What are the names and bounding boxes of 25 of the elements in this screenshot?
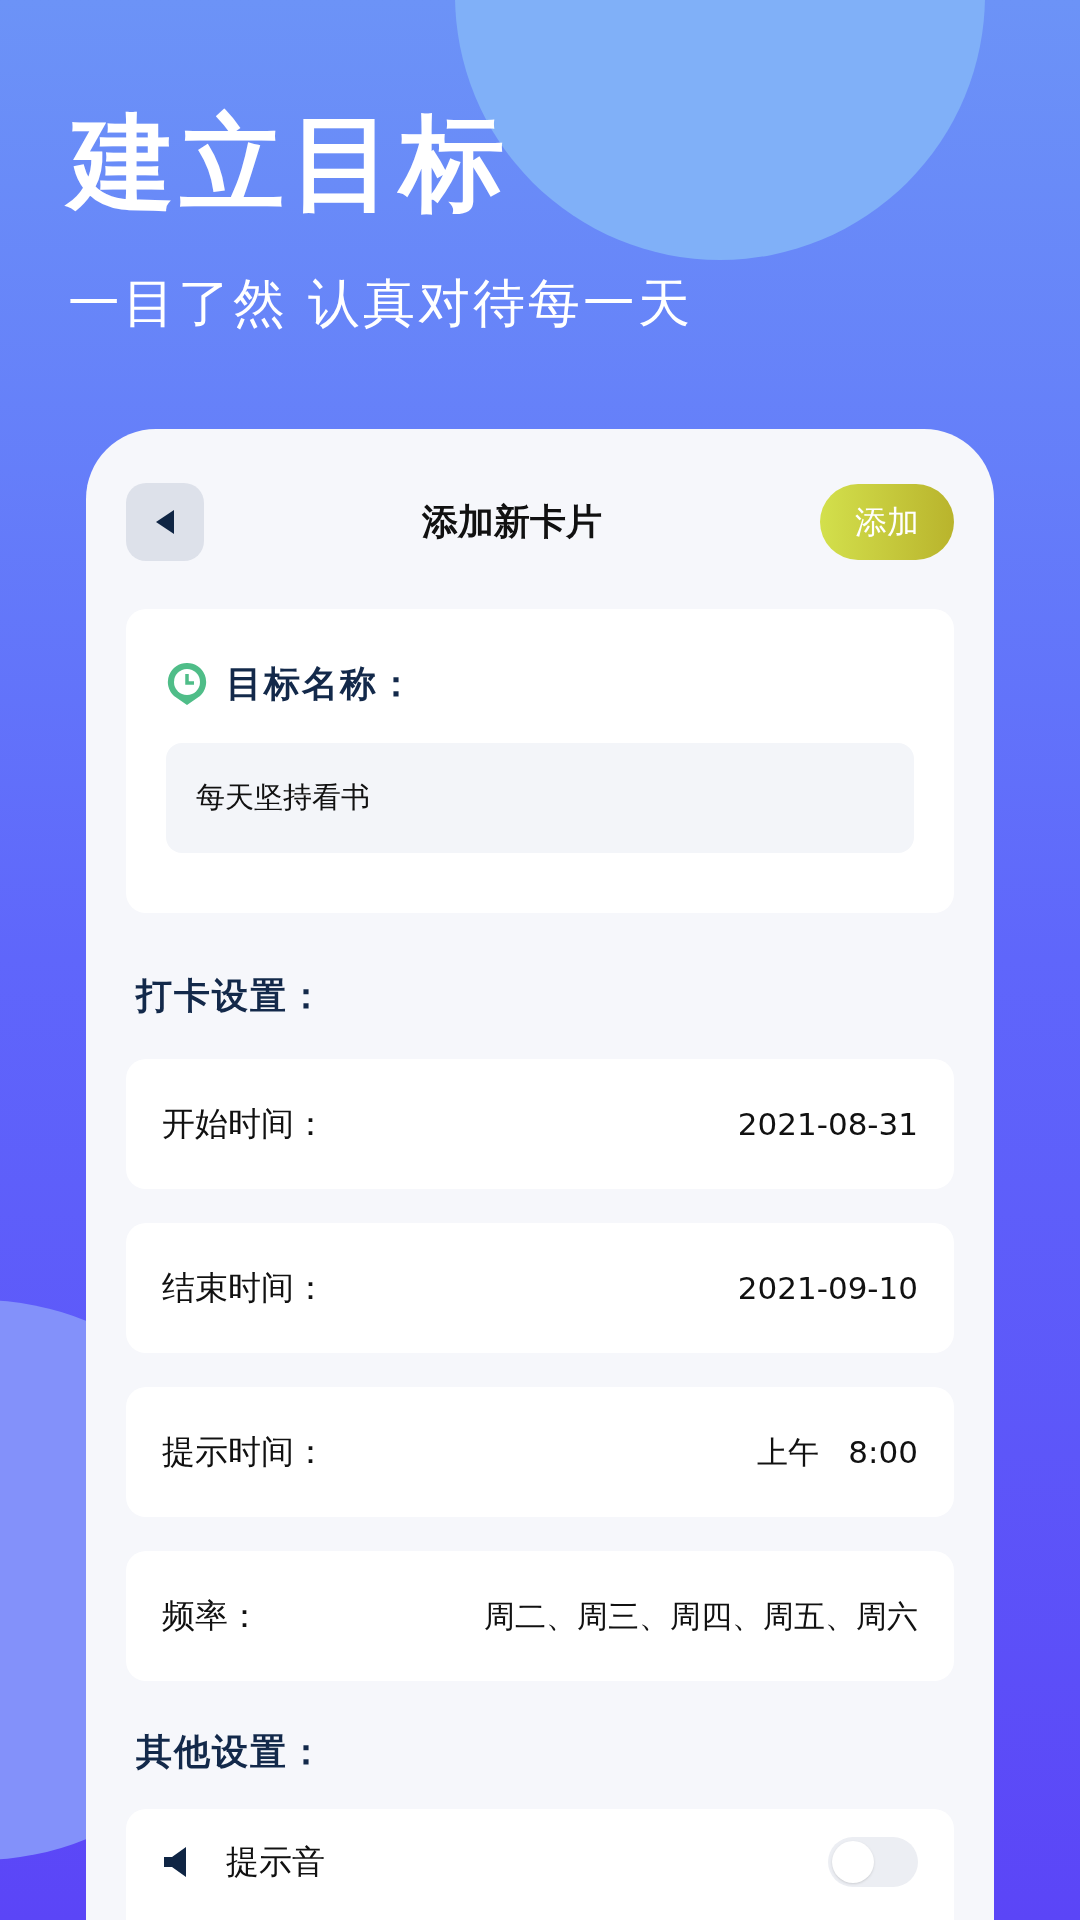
setting-row[interactable]: 开始时间： 2021-08-31 <box>126 1059 954 1190</box>
headline: 建立目标 <box>56 90 524 238</box>
setting-row[interactable]: 提示时间： 上午 8:00 <box>126 1387 954 1518</box>
other-section-title: 其他设置： <box>136 1730 326 1775</box>
setting-value: 上午 8:00 <box>756 1432 918 1472</box>
setting-label: 结束时间： <box>162 1267 327 1310</box>
setting-label: 频率： <box>162 1595 261 1638</box>
back-icon <box>154 508 176 537</box>
goal-name-field[interactable]: 每天坚持看书 <box>166 743 914 854</box>
back-button[interactable] <box>126 483 204 562</box>
setting-row[interactable]: 频率： 周二、周三、周四、周五、周六 <box>126 1551 954 1682</box>
tagline: 一目了然 认真对待每一天 <box>68 277 693 330</box>
checkin-section-title: 打卡设置： <box>136 974 326 1019</box>
setting-label: 开始时间： <box>162 1103 327 1146</box>
setting-label: 提示时间： <box>162 1431 327 1474</box>
setting-value: 2021-08-31 <box>737 1104 918 1144</box>
setting-value: 周二、周三、周四、周五、周六 <box>484 1596 918 1636</box>
toggle-switch[interactable] <box>828 1837 918 1888</box>
clock-pin-icon <box>166 661 208 708</box>
setting-row[interactable]: 提示音 <box>126 1809 954 1920</box>
setting-label: 提示音 <box>226 1841 325 1884</box>
goal-label: 目标名称： <box>226 662 416 707</box>
setting-value: 2021-09-10 <box>737 1268 918 1308</box>
setting-row[interactable]: 结束时间： 2021-09-10 <box>126 1223 954 1354</box>
screen-title: 添加新卡片 <box>422 500 602 545</box>
